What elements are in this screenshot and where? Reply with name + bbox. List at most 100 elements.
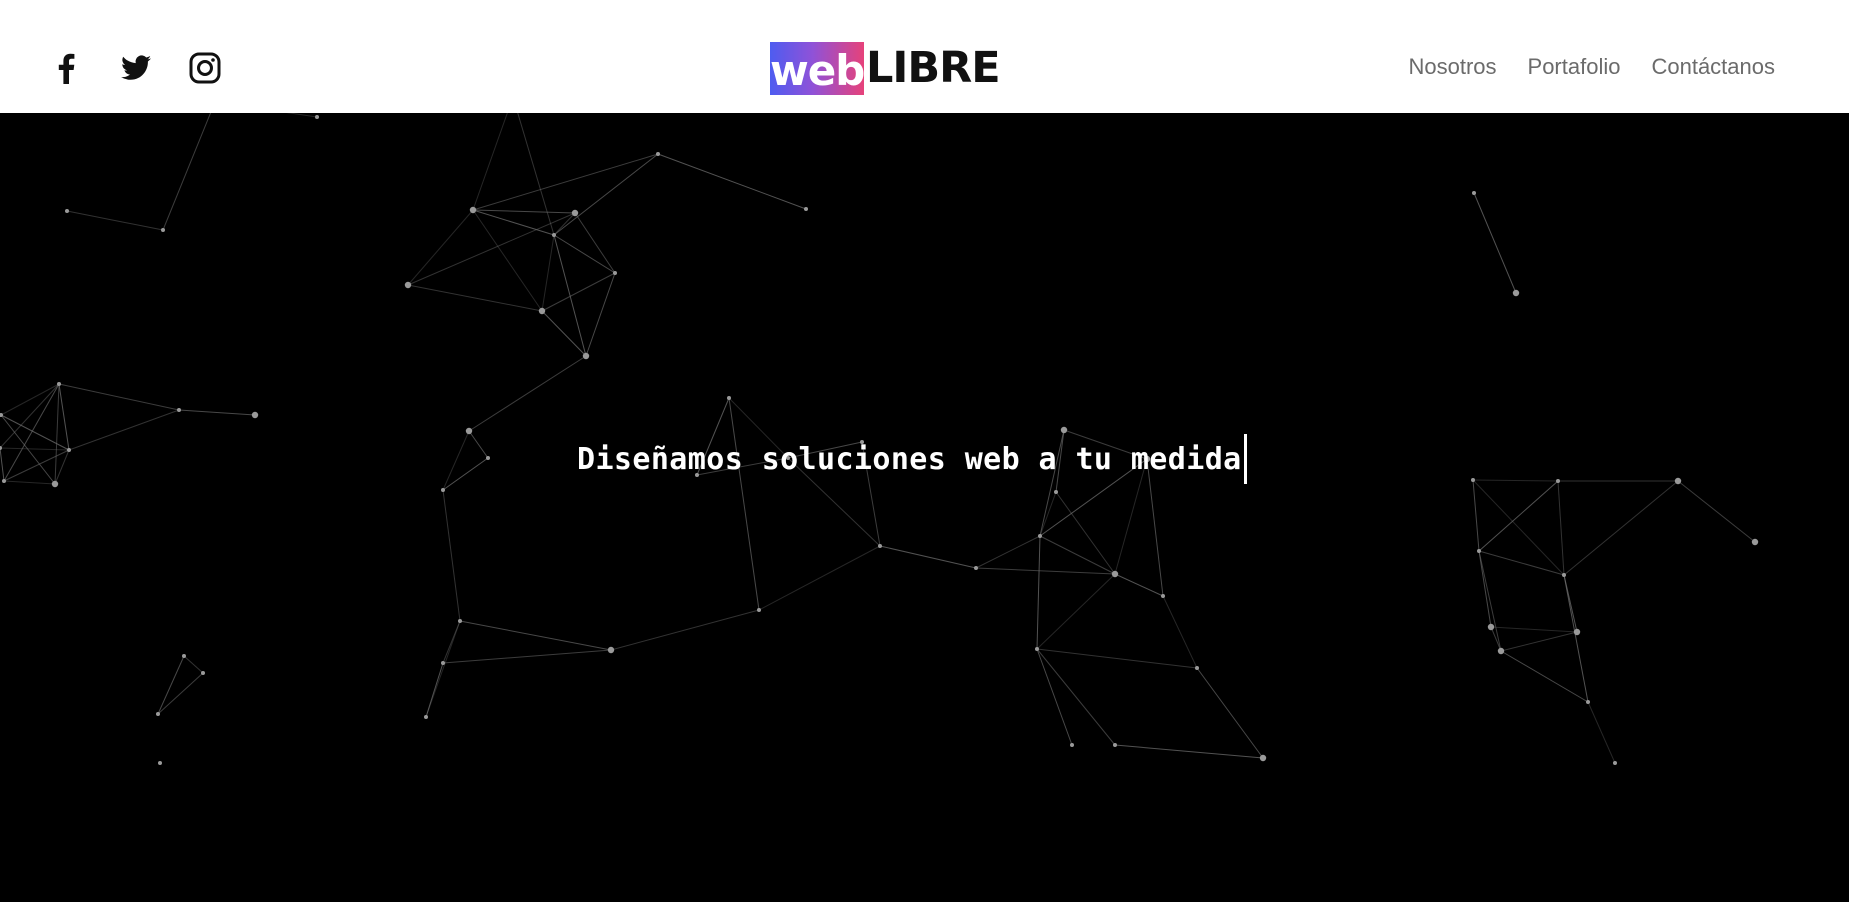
network-line [975, 535, 1041, 569]
particle-network [0, 113, 1759, 765]
network-line [1162, 595, 1198, 669]
network-node [1477, 549, 1481, 553]
network-line [1472, 479, 1565, 576]
network-node [582, 352, 590, 360]
network-line [553, 234, 587, 357]
network-line [1587, 701, 1616, 764]
network-node [182, 654, 186, 658]
network-line [574, 212, 616, 274]
instagram-link[interactable] [188, 51, 222, 85]
nav-portafolio[interactable]: Portafolio [1528, 54, 1621, 80]
network-line [553, 234, 616, 274]
network-line [1677, 480, 1756, 543]
network-line [879, 545, 977, 569]
network-node [458, 619, 462, 623]
network-line [1473, 192, 1517, 294]
network-line [1114, 573, 1164, 597]
network-line [58, 383, 70, 451]
network-node [1751, 538, 1759, 546]
network-node [607, 646, 615, 654]
network-line [3, 449, 70, 482]
network-line [407, 212, 576, 286]
network-line [1478, 550, 1502, 652]
network-node [613, 271, 617, 275]
network-line [66, 210, 164, 231]
network-line [54, 449, 70, 485]
network-line [728, 397, 760, 611]
site-header: web LIBRE Nosotros Portafolio Contáctano… [0, 0, 1849, 113]
network-line [541, 234, 555, 312]
network-node [1471, 478, 1475, 482]
network-line [1036, 648, 1116, 746]
network-line [183, 655, 204, 674]
network-line [553, 153, 659, 236]
nav-nosotros[interactable]: Nosotros [1408, 54, 1496, 80]
network-line [1055, 491, 1116, 575]
network-line [468, 355, 587, 432]
network-node [1111, 570, 1119, 578]
network-node [656, 152, 660, 156]
network-node [1674, 477, 1682, 485]
network-line [68, 409, 180, 451]
network-line [1557, 480, 1565, 576]
network-line [657, 153, 807, 210]
network-node [67, 448, 71, 452]
network-line [407, 209, 474, 286]
network-node [538, 307, 546, 315]
facebook-icon [58, 53, 75, 84]
hero-section: Diseñamos soluciones web a tu medida [0, 113, 1849, 902]
network-line [442, 649, 612, 664]
network-line [1500, 631, 1578, 652]
network-node [727, 396, 731, 400]
network-node [465, 427, 473, 435]
network-node [1259, 754, 1267, 762]
network-line [0, 414, 70, 451]
network-line [58, 383, 180, 411]
network-line [1500, 650, 1589, 703]
network-node [1562, 573, 1566, 577]
network-node [251, 411, 259, 419]
network-line [472, 209, 555, 236]
main-nav: Nosotros Portafolio Contáctanos [1377, 54, 1775, 80]
network-line [3, 480, 56, 485]
twitter-icon [121, 55, 151, 80]
network-node [1161, 594, 1165, 598]
twitter-link[interactable] [119, 51, 153, 85]
network-node [51, 480, 59, 488]
network-node [161, 228, 165, 232]
network-line [975, 567, 1116, 575]
social-links [50, 48, 257, 88]
network-node [1195, 666, 1199, 670]
network-line [472, 209, 576, 214]
network-line [157, 672, 204, 715]
instagram-icon [189, 52, 221, 84]
network-line [758, 545, 881, 611]
network-node [57, 382, 61, 386]
network-node [65, 209, 69, 213]
network-line [1036, 535, 1041, 650]
network-node [1586, 700, 1590, 704]
network-node [1054, 490, 1058, 494]
network-line [1563, 480, 1679, 576]
network-node [1070, 743, 1074, 747]
network-node [552, 233, 556, 237]
network-line [1039, 535, 1116, 575]
network-node [1487, 623, 1495, 631]
network-line [1563, 574, 1589, 703]
network-line [468, 430, 489, 459]
network-node [757, 608, 761, 612]
network-line [472, 153, 659, 211]
typing-cursor [1243, 434, 1247, 484]
network-node [424, 715, 428, 719]
network-line [1036, 648, 1198, 669]
network-line [0, 447, 5, 482]
network-node [1497, 647, 1505, 655]
network-node [469, 206, 477, 214]
network-node [1038, 534, 1042, 538]
facebook-link[interactable] [50, 51, 84, 85]
network-node [441, 488, 445, 492]
network-line [286, 113, 318, 118]
site-logo[interactable]: web LIBRE [770, 42, 1001, 95]
network-line [517, 113, 555, 236]
nav-contactanos[interactable]: Contáctanos [1651, 54, 1775, 80]
